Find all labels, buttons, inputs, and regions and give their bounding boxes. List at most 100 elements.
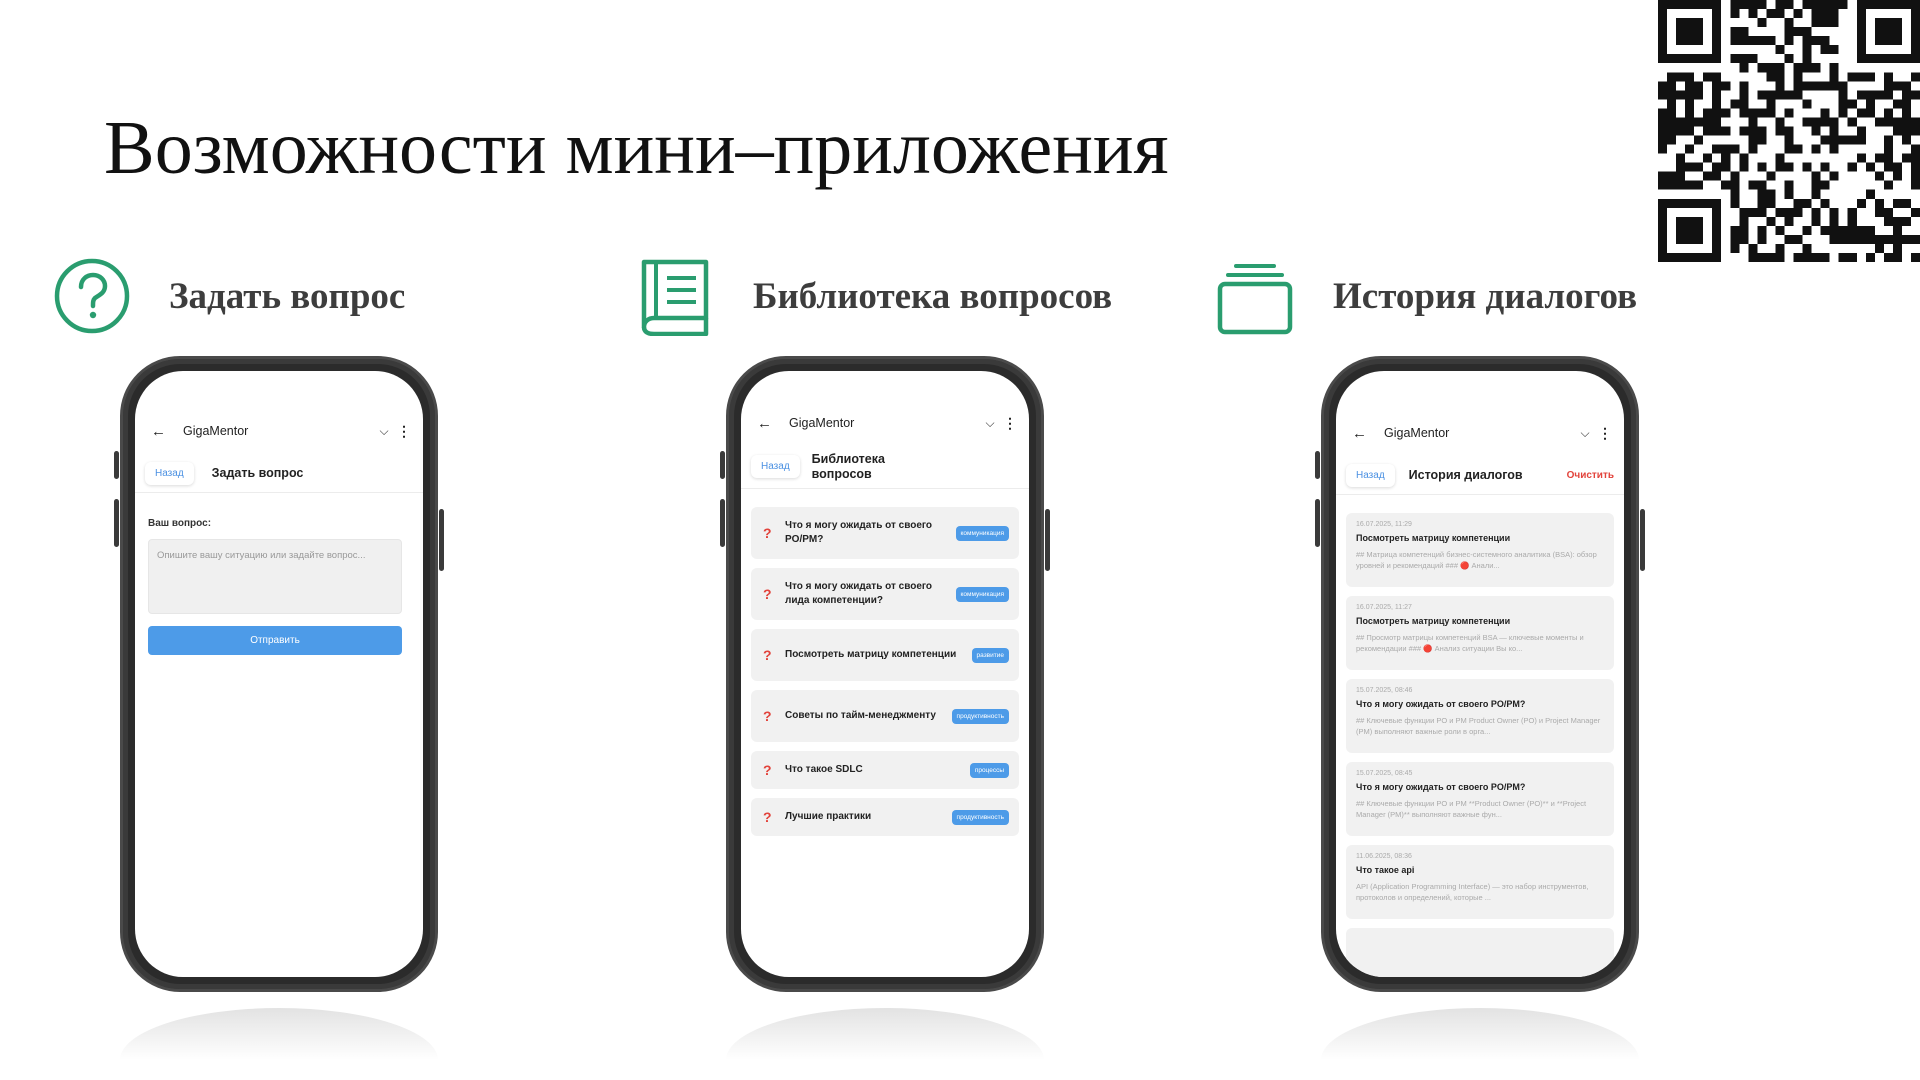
history-date: 16.07.2025, 11:27 [1356, 604, 1412, 611]
qr-module [1676, 0, 1686, 10]
qr-module [1856, 135, 1866, 145]
history-title: Что я могу ожидать от своего PO/PM? [1356, 699, 1526, 709]
qr-module [1784, 18, 1794, 28]
qr-module [1784, 162, 1794, 172]
phone-screen: ← GigaMentor ⌵ ⋮ Назад История диалогов … [1336, 371, 1624, 977]
history-item[interactable]: 15.07.2025, 08:46 Что я могу ожидать от … [1346, 679, 1614, 753]
qr-module [1694, 225, 1704, 235]
phone-screen: ← GigaMentor ⌵ ⋮ Назад Библиотека вопрос… [741, 371, 1029, 977]
qr-module [1757, 126, 1767, 136]
library-item[interactable]: ? Посмотреть матрицу компетенции развити… [751, 629, 1019, 681]
qr-module [1775, 117, 1785, 127]
qr-module [1712, 27, 1722, 37]
qr-module [1838, 135, 1848, 145]
qr-module [1784, 90, 1794, 100]
qr-module [1730, 54, 1740, 64]
more-menu-icon[interactable]: ⋮ [1598, 425, 1612, 442]
question-label: Ваш вопрос: [148, 518, 212, 529]
qr-module [1847, 117, 1857, 127]
qr-module [1838, 0, 1848, 10]
chevron-down-icon[interactable]: ⌵ [1572, 426, 1598, 441]
history-item[interactable]: 16.07.2025, 11:27 Посмотреть матрицу ком… [1346, 596, 1614, 670]
qr-module [1901, 153, 1911, 163]
qr-module [1667, 252, 1677, 262]
chevron-down-icon[interactable]: ⌵ [977, 416, 1003, 431]
qr-module [1658, 216, 1668, 226]
qr-module [1712, 108, 1722, 118]
library-item[interactable]: ? Что я могу ожидать от своего PO/PM? ко… [751, 507, 1019, 559]
qr-module [1712, 81, 1722, 91]
qr-module [1685, 36, 1695, 46]
history-item[interactable]: 11.06.2025, 08:36 Что такое api API (App… [1346, 845, 1614, 919]
back-button[interactable]: Назад [1346, 464, 1395, 487]
qr-module [1685, 144, 1695, 154]
qr-module [1748, 243, 1758, 253]
qr-module [1883, 207, 1893, 217]
chevron-down-icon[interactable]: ⌵ [371, 424, 397, 439]
question-input[interactable]: Опишите вашу ситуацию или задайте вопрос… [148, 539, 402, 614]
qr-module [1694, 90, 1704, 100]
clear-button[interactable]: Очистить [1567, 470, 1614, 481]
qr-module [1802, 198, 1812, 208]
back-arrow-icon[interactable]: ← [757, 415, 781, 432]
qr-module [1775, 207, 1785, 217]
qr-module [1874, 18, 1884, 28]
history-item[interactable]: 15.07.2025, 08:45 Что я могу ожидать от … [1346, 762, 1614, 836]
qr-module [1676, 171, 1686, 181]
library-item[interactable]: ? Советы по тайм-менеджменту продуктивно… [751, 690, 1019, 742]
qr-module [1802, 0, 1812, 10]
qr-module [1820, 180, 1830, 190]
qr-module [1694, 117, 1704, 127]
qr-module [1856, 45, 1866, 55]
qr-module [1739, 99, 1749, 109]
qr-module [1676, 36, 1686, 46]
qr-module [1712, 0, 1722, 10]
back-button[interactable]: Назад [751, 455, 800, 478]
qr-module [1658, 45, 1668, 55]
qr-module [1901, 90, 1911, 100]
qr-module [1874, 198, 1884, 208]
qr-module [1883, 72, 1893, 82]
library-item[interactable]: ? Что я могу ожидать от своего лида комп… [751, 568, 1019, 620]
qr-module [1811, 63, 1821, 73]
history-item[interactable]: 16.07.2025, 11:29 Посмотреть матрицу ком… [1346, 513, 1614, 587]
qr-module [1901, 81, 1911, 91]
qr-module [1694, 162, 1704, 172]
library-item-text: Советы по тайм-менеджменту [785, 710, 936, 721]
more-menu-icon[interactable]: ⋮ [397, 423, 411, 440]
library-item[interactable]: ? Что такое SDLC процессы [751, 751, 1019, 789]
qr-module [1766, 198, 1776, 208]
library-item[interactable]: ? Лучшие практики продуктивность [751, 798, 1019, 836]
send-button[interactable]: Отправить [148, 626, 402, 655]
qr-module [1811, 189, 1821, 199]
feature-library: Библиотека вопросов [636, 256, 1112, 336]
qr-module [1883, 117, 1893, 127]
back-arrow-icon[interactable]: ← [151, 423, 175, 440]
library-item-text: Лучшие практики [785, 811, 872, 822]
category-tag: продуктивность [951, 809, 1009, 825]
qr-module [1811, 117, 1821, 127]
qr-module [1685, 216, 1695, 226]
more-menu-icon[interactable]: ⋮ [1003, 415, 1017, 432]
qr-module [1685, 27, 1695, 37]
qr-module [1874, 243, 1884, 253]
history-title: Посмотреть матрицу компетенции [1356, 616, 1511, 626]
qr-module [1667, 99, 1677, 109]
back-button[interactable]: Назад [145, 462, 194, 485]
qr-module [1820, 135, 1830, 145]
qr-module [1829, 117, 1839, 127]
qr-module [1910, 0, 1920, 10]
back-arrow-icon[interactable]: ← [1352, 425, 1376, 442]
qr-module [1883, 234, 1893, 244]
qr-module [1676, 72, 1686, 82]
qr-module [1676, 126, 1686, 136]
qr-module [1721, 153, 1731, 163]
qr-module [1910, 171, 1920, 181]
qr-module [1856, 54, 1866, 64]
history-snippet: ## Просмотр матрицы компетенций BSA — кл… [1356, 633, 1584, 653]
qr-module [1775, 225, 1785, 235]
qr-module [1892, 234, 1902, 244]
book-icon [636, 256, 716, 336]
qr-module [1892, 117, 1902, 127]
qr-module [1910, 36, 1920, 46]
